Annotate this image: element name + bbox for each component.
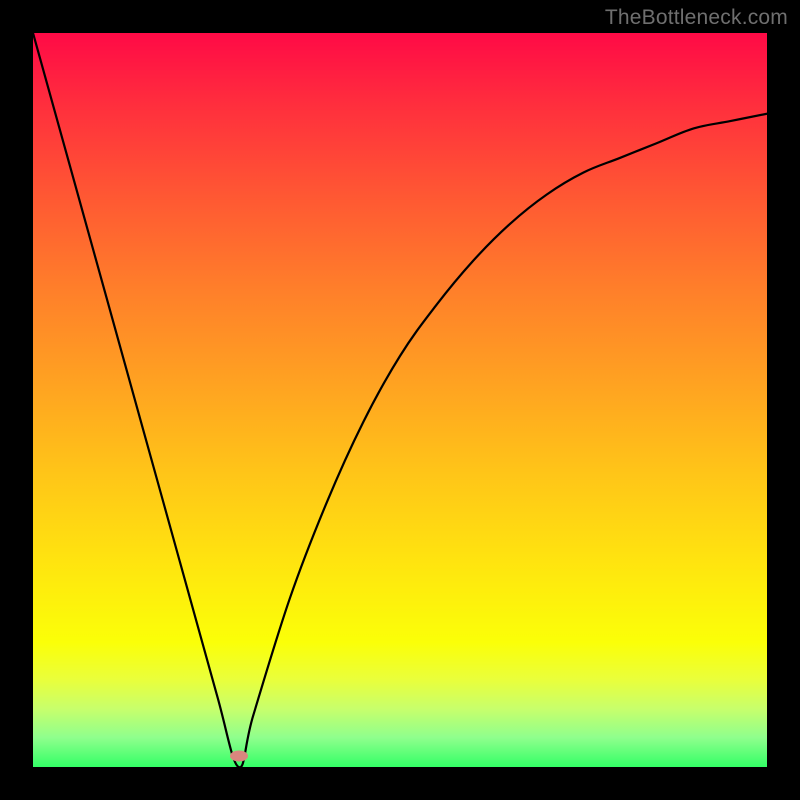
watermark-text: TheBottleneck.com (605, 6, 788, 30)
plot-area (33, 33, 767, 767)
minimum-marker (230, 750, 248, 761)
chart-frame: TheBottleneck.com (0, 0, 800, 800)
curve-path (33, 33, 767, 767)
curve-svg (33, 33, 767, 767)
